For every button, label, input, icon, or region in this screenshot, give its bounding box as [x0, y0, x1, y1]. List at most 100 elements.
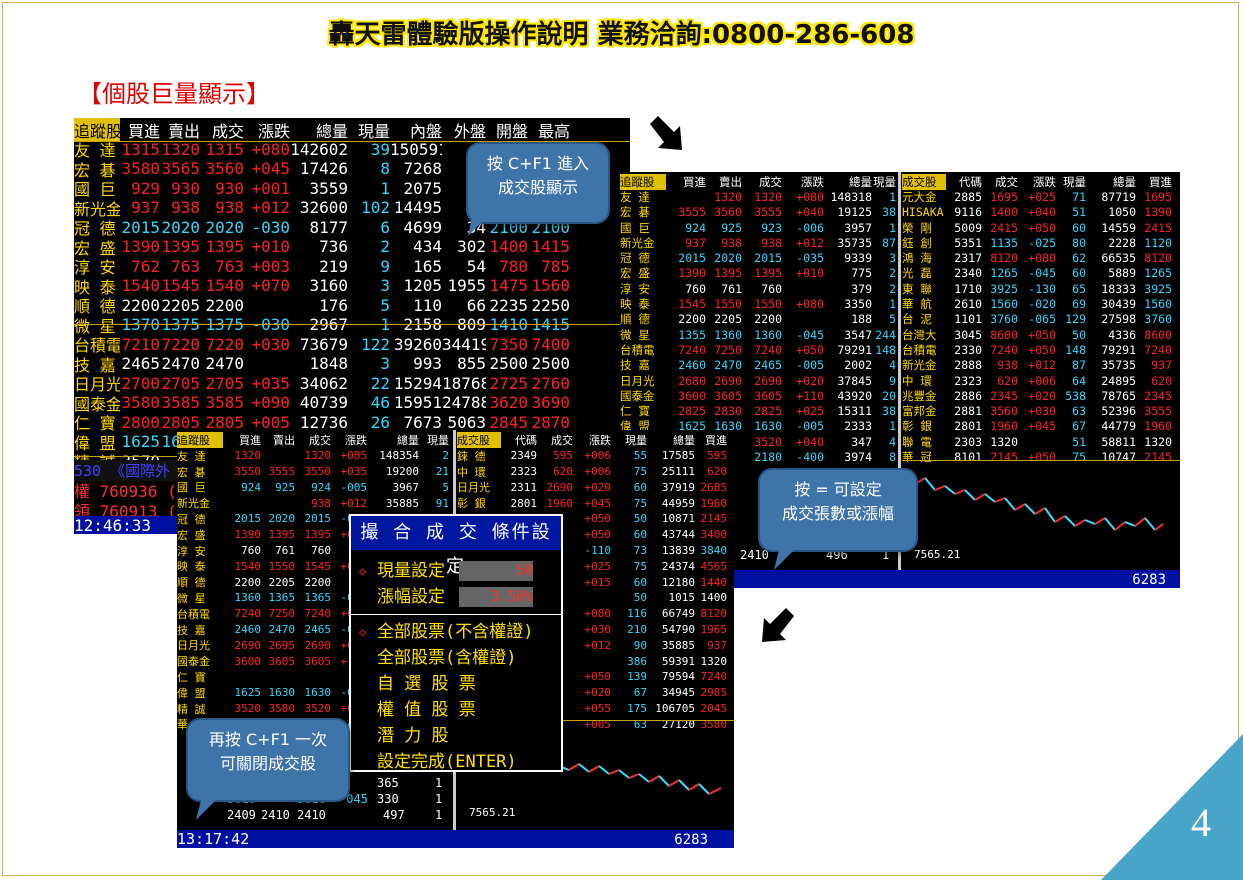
- table-cell: 129: [1065, 312, 1086, 327]
- table-cell: 8177: [309, 217, 348, 237]
- table-cell: 1365: [304, 591, 332, 605]
- dialog-option[interactable]: ◇ 全部股票(不含權證): [351, 619, 561, 645]
- table-cell: -045: [796, 327, 824, 342]
- table-cell: +080: [796, 189, 824, 204]
- table-cell: 620: [707, 464, 727, 478]
- table-row: 元大金 2885 1695 +025 71 87719 1695: [902, 189, 1180, 204]
- column-header: 賣出: [167, 121, 200, 141]
- dialog-option[interactable]: 潛 力 股: [351, 723, 561, 749]
- stock-name-cell: 微 星: [177, 591, 206, 605]
- table-cell: 51: [1072, 205, 1086, 220]
- table-cell: 2015: [678, 251, 706, 266]
- table-cell: 2460: [678, 358, 706, 373]
- table-cell: +070: [251, 276, 290, 296]
- column-header: 代碼: [959, 174, 982, 189]
- table-cell: 58811: [1101, 434, 1136, 449]
- chart-segment: [924, 477, 936, 491]
- table-row: 宏 盛 1390 1395 1395 +010 736 2 434 302 1400 1415: [74, 237, 630, 258]
- stock-name-cell: 淳 安: [177, 544, 206, 558]
- table-cell: 50: [633, 512, 647, 526]
- table-cell: 38: [882, 404, 896, 419]
- chart-segment: [1054, 515, 1066, 523]
- table-cell: 1540: [121, 276, 160, 296]
- volume-setting-input[interactable]: 50: [459, 561, 533, 581]
- table-cell: 12180: [661, 575, 695, 589]
- table-cell: 3520: [754, 434, 782, 449]
- table-cell: 91: [435, 496, 449, 510]
- table-cell: 1101: [954, 312, 982, 327]
- table-cell: 4565: [700, 559, 728, 573]
- column-header: 總量: [673, 433, 695, 447]
- table-cell: 2690: [714, 373, 742, 388]
- table-cell: 1390: [678, 266, 706, 281]
- table-cell: 2888: [954, 358, 982, 373]
- chart-segment: [1024, 503, 1036, 515]
- table-cell: 2200: [121, 295, 160, 315]
- table-cell: 35735: [1101, 358, 1136, 373]
- table-cell: 2045: [700, 701, 728, 715]
- stock-name-cell: 國 巨: [620, 220, 650, 235]
- table-cell: +050: [1028, 450, 1056, 465]
- table-cell: 1630: [754, 419, 782, 434]
- table-cell: 2885: [954, 189, 982, 204]
- table-cell: 8120: [700, 607, 728, 621]
- table-cell: 930: [171, 178, 200, 198]
- table-cell: 1: [889, 297, 896, 312]
- chart-segment: [1074, 519, 1086, 527]
- table-cell: 1710: [954, 281, 982, 296]
- table-cell: 3605: [714, 388, 742, 403]
- table-cell: 2845: [489, 412, 528, 432]
- dialog-option[interactable]: 權 值 股 票: [351, 697, 561, 723]
- stock-name-cell: 台 泥: [902, 312, 932, 327]
- column-header: 內盤: [409, 121, 442, 141]
- table-cell: 2205: [268, 575, 296, 589]
- clock: 13:17:42: [177, 830, 250, 848]
- table-cell: 2690: [234, 638, 262, 652]
- table-cell: 210: [627, 622, 647, 636]
- dialog-option-label: 全部股票(不含權證): [377, 622, 534, 642]
- chart-segment: [608, 769, 620, 775]
- table-cell: 2415: [990, 220, 1018, 235]
- row-divider: [74, 324, 630, 325]
- tail-cell: 365: [377, 776, 399, 790]
- table-cell: 8101: [954, 450, 982, 465]
- table-cell: +012: [251, 198, 290, 218]
- table-cell: 35735: [837, 235, 872, 250]
- table-cell: 1560: [990, 297, 1018, 312]
- table-cell: 1: [380, 178, 390, 198]
- stock-name-cell: 淳 安: [620, 281, 650, 296]
- table-cell: 43744: [661, 528, 695, 542]
- dialog-option[interactable]: 自 選 股 票: [351, 671, 561, 697]
- status-bar: [177, 830, 734, 848]
- callout-line: 成交張數或漲幅: [781, 504, 894, 523]
- table-cell: +030: [251, 334, 290, 354]
- stock-name-cell: 富邦金: [902, 404, 937, 419]
- table-cell: 2: [889, 281, 896, 296]
- table-cell: 938: [997, 358, 1018, 373]
- table-cell: +045: [1028, 419, 1056, 434]
- chart-segment: [984, 493, 996, 503]
- table-cell: 106705: [655, 701, 695, 715]
- table-row: 日月光 2311 2690 +020 60 37919 2685: [457, 479, 734, 495]
- table-cell: 19125: [837, 205, 872, 220]
- table-cell: 39: [370, 139, 390, 159]
- table-cell: 7673: [403, 412, 442, 432]
- table-cell: 3555: [268, 464, 296, 478]
- stock-name-cell: 錸 德: [457, 449, 486, 463]
- stock-name-cell: 映 泰: [177, 560, 206, 574]
- dialog-option[interactable]: 全部股票(含權證): [351, 645, 561, 671]
- table-cell: 1550: [714, 297, 742, 312]
- table-cell: 10747: [1101, 450, 1136, 465]
- change-setting-input[interactable]: 3.50%: [459, 587, 533, 607]
- table-cell: 1848: [309, 354, 348, 374]
- dialog-option[interactable]: 設定完成(ENTER): [351, 749, 561, 775]
- table-cell: 2800: [121, 412, 160, 432]
- table-cell: 2690: [304, 638, 332, 652]
- table-cell: 67: [1072, 419, 1086, 434]
- table-cell: 2250: [531, 295, 570, 315]
- table-cell: 2465: [121, 354, 160, 374]
- table-cell: -130: [1028, 281, 1056, 296]
- table-cell: 2020: [161, 217, 200, 237]
- column-header: 買進: [239, 433, 261, 447]
- table-cell: 1395: [268, 528, 296, 542]
